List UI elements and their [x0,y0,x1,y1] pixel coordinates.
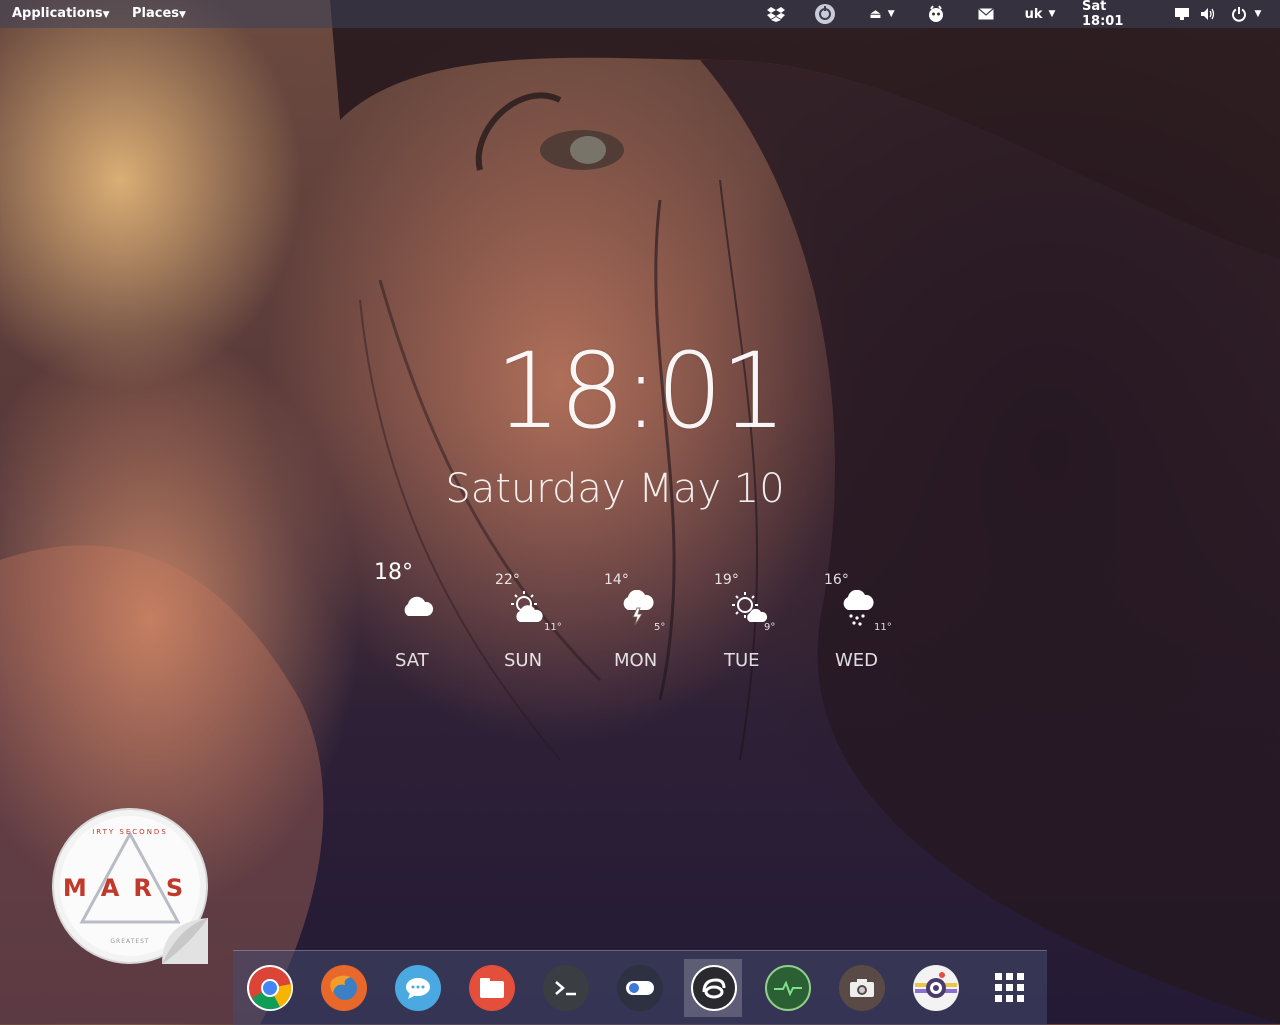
applications-label: Applications [12,6,103,21]
weather-day-name: WED [835,650,879,671]
terminal-icon[interactable] [543,965,589,1011]
thunderstorm-icon [623,590,654,626]
network-icon[interactable] [1172,0,1192,28]
mail-icon[interactable] [974,0,998,28]
pidgin-icon[interactable] [924,0,948,28]
weather-high: 14° [604,572,629,588]
sync-icon[interactable] [812,0,838,28]
weather-high: 19° [714,572,739,588]
toggle-settings-icon[interactable] [617,965,663,1011]
chat-icon[interactable] [395,965,441,1011]
weather-high: 18° [374,560,413,585]
power-menu[interactable]: ▼ [1226,0,1266,28]
weather-low: 11° [544,622,562,633]
sticker-main-text: MARS [62,874,198,902]
top-panel: Applications▼ Places▼ ⏏ ▼ uk ▼ Sat 18:01 ▼ [0,0,1280,29]
weather-day-name: SUN [504,650,543,671]
files-icon[interactable] [469,965,515,1011]
chevron-down-icon: ▼ [1254,9,1262,19]
weather-widget: 18° SAT 22° 11° SUN 14° 5° MON 19° 9° TU… [360,556,920,676]
weather-day-sun: 22° 11° SUN [472,556,582,676]
weather-day-mon: 14° 5° MON [584,556,694,676]
mars-sticker: IRTY SECONDS MARS GREATEST [50,806,210,966]
weather-low: 5° [654,622,666,633]
weather-low: 11° [874,622,892,633]
places-label: Places [132,6,180,21]
chevron-down-icon: ▼ [102,10,110,20]
keyboard-layout-menu[interactable]: uk ▼ [1020,0,1060,28]
weather-day-name: SAT [395,650,429,671]
weather-day-tue: 19° 9° TUE [696,556,806,676]
firefox-icon[interactable] [321,965,367,1011]
weather-high: 22° [495,572,520,588]
app-grid-icon[interactable] [987,965,1033,1011]
volume-icon[interactable] [1198,0,1218,28]
weather-day-name: TUE [724,650,760,671]
app-active-icon[interactable] [691,965,737,1011]
chevron-down-icon: ▼ [1048,9,1056,19]
dropbox-icon[interactable] [764,0,788,28]
places-menu[interactable]: Places▼ [132,6,186,21]
sun-cloud-icon [732,592,768,622]
chevron-down-icon: ▼ [179,10,186,20]
weather-low: 9° [764,622,776,633]
panel-clock-label: Sat 18:01 [1082,0,1124,29]
eject-menu[interactable]: ⏏ ▼ [864,0,900,28]
power-icon [1231,7,1246,22]
weather-day-sat: 18° SAT [360,556,470,676]
weather-high: 16° [824,572,849,588]
sticker-top-text: IRTY SECONDS [92,828,168,836]
eject-icon: ⏏ [869,6,882,22]
keyboard-layout: uk [1024,6,1043,22]
rain-icon [843,590,874,626]
chevron-down-icon: ▼ [887,9,895,19]
applications-menu[interactable]: Applications▼ [12,6,110,21]
weather-day-wed: 16° 11° WED [808,556,918,676]
sticker-bottom-text: GREATEST [110,938,150,945]
weather-day-name: MON [614,650,658,671]
desktop-date: Saturday May 10 [445,466,785,512]
desktop-clock: 18:01 [495,330,787,452]
system-monitor-icon[interactable] [765,965,811,1011]
dock [233,950,1047,1025]
chrome-icon[interactable] [247,965,293,1011]
screenshot-icon[interactable] [839,965,885,1011]
panel-clock[interactable]: Sat 18:01 [1082,0,1148,29]
camera-icon[interactable] [913,965,959,1011]
cloud-icon [404,596,434,616]
partly-sunny-icon [511,591,543,622]
